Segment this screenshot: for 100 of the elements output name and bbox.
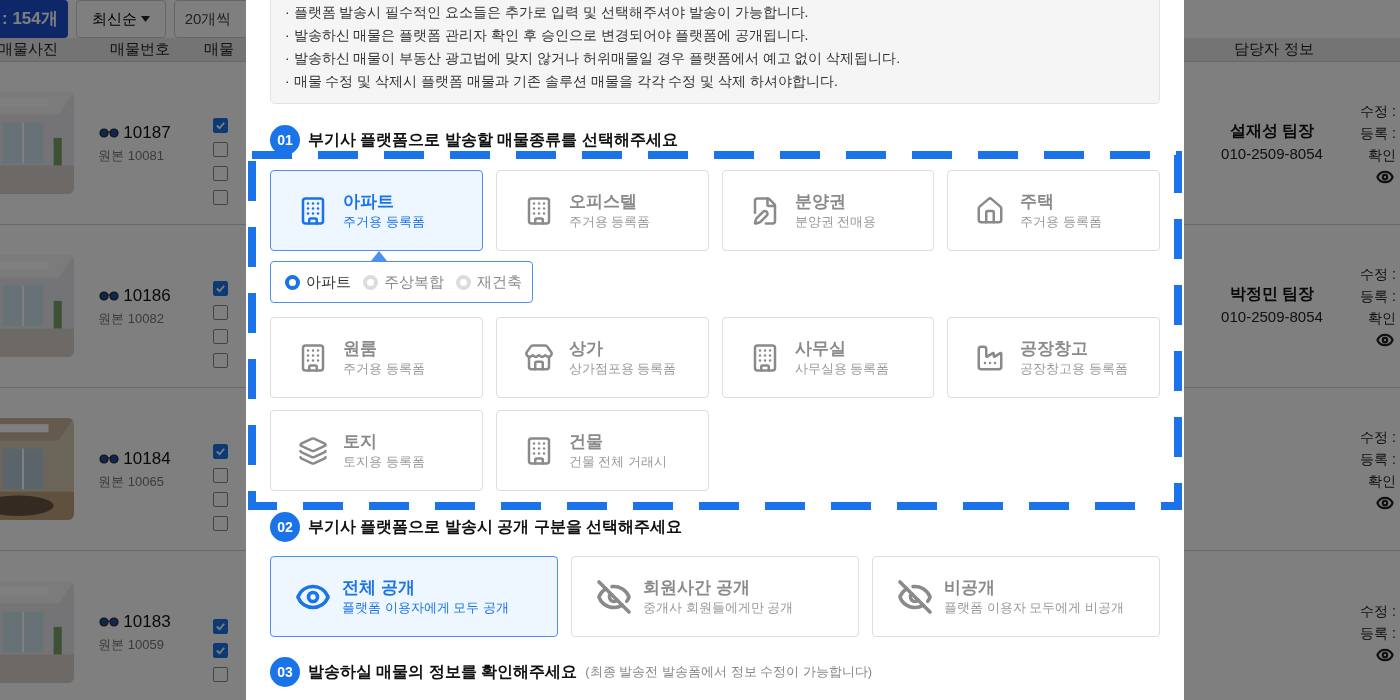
- card-title: 전체 공개: [342, 576, 416, 599]
- checkbox[interactable]: [213, 444, 228, 459]
- date-text: 등록 :: [1360, 123, 1397, 143]
- glasses-icon: [99, 289, 120, 302]
- date-text: 확인: [1367, 145, 1397, 165]
- checkbox[interactable]: [213, 618, 228, 634]
- count-badge: : 154개: [0, 0, 68, 38]
- checkbox[interactable]: [213, 166, 228, 181]
- date-text: 수정 :: [1360, 427, 1397, 447]
- check-icon: [215, 283, 226, 294]
- card-title: 원룸: [343, 337, 378, 360]
- option-card[interactable]: 상가 상가점포용 등록폼: [495, 317, 709, 398]
- card-subtitle: 사무실용 등록폼: [794, 359, 890, 378]
- check-icon: [215, 120, 226, 131]
- option-card[interactable]: 전체 공개 플랫폼 이용자에게 모두 공개: [270, 556, 558, 637]
- card-subtitle: 토지용 등록폼: [343, 452, 425, 471]
- step-number: 03: [270, 657, 300, 687]
- card-title: 주택: [1020, 190, 1056, 213]
- agent-name: 박정민 팀장: [1229, 284, 1315, 305]
- column-header: 매물번호: [109, 39, 171, 59]
- original-number: 원본 10059: [98, 635, 164, 654]
- option-card[interactable]: 회원사간 공개 중개사 회원들에게만 공개: [571, 556, 859, 637]
- house-icon: [975, 195, 1006, 226]
- option-card[interactable]: 토지 토지용 등록폼: [270, 410, 483, 491]
- checkbox[interactable]: [213, 305, 228, 320]
- column-header: 담당자 정보: [1233, 39, 1315, 59]
- agent-phone: 010-2509-8054: [1221, 144, 1323, 165]
- card-subtitle: 중개사 회원들에게만 공개: [643, 598, 794, 617]
- original-number: 원본 10065: [98, 472, 164, 491]
- eye-off-icon: [596, 578, 632, 615]
- option-card[interactable]: 건물 건물 전체 거래시: [495, 410, 709, 491]
- checkbox[interactable]: [213, 142, 228, 157]
- date-text: 등록 :: [1360, 286, 1397, 306]
- step-title: 발송하실 매물의 정보를 확인해주세요: [308, 662, 578, 682]
- page-size-dropdown[interactable]: 20개씩: [173, 0, 246, 38]
- card-subtitle: 공장창고용 등록폼: [1020, 359, 1128, 378]
- card-title: 오피스텔: [568, 190, 638, 213]
- step-number: 02: [270, 512, 300, 542]
- checkbox[interactable]: [213, 642, 228, 658]
- card-title: 상가: [568, 337, 604, 360]
- checkbox[interactable]: [213, 118, 228, 133]
- step-note: (최종 발송전 발송폼에서 정보 수정이 가능합니다): [585, 663, 873, 682]
- checkbox[interactable]: [213, 329, 228, 344]
- radio-option[interactable]: 아파트: [285, 270, 351, 294]
- listing-number: 10183: [123, 611, 171, 633]
- date-text: 등록 :: [1360, 623, 1397, 643]
- sort-dropdown[interactable]: 최신순: [75, 0, 166, 38]
- listing-number: 10186: [123, 285, 171, 307]
- card-subtitle: 플랫폼 이용자에게 모두 공개: [342, 598, 509, 617]
- radio-option[interactable]: 재건축: [456, 270, 522, 294]
- card-title: 건물: [568, 430, 604, 453]
- checkbox[interactable]: [213, 281, 228, 296]
- radio-icon: [285, 274, 300, 290]
- card-subtitle: 주거용 등록폼: [343, 212, 425, 231]
- card-subtitle: 주거용 등록폼: [343, 359, 425, 378]
- glasses-icon: [99, 452, 120, 465]
- checkbox[interactable]: [213, 516, 228, 531]
- option-card[interactable]: 주택 주거용 등록폼: [947, 170, 1160, 251]
- column-header: 매물: [204, 39, 234, 59]
- option-card[interactable]: 분양권 분양권 전매용: [721, 170, 935, 251]
- card-subtitle: 주거용 등록폼: [1020, 212, 1102, 231]
- option-card[interactable]: 비공개 플랫폼 이용자 모두에게 비공개: [872, 556, 1160, 637]
- radio-icon: [456, 274, 471, 290]
- caret-icon: [140, 16, 150, 22]
- agent-phone: 010-2509-8054: [1221, 307, 1323, 328]
- store-icon: [523, 342, 554, 373]
- notice-text: · 발송하신 매물이 부동산 광고법에 맞지 않거나 허위매물일 경우 플랫폼에서 예고 없이 삭제됩니다.: [285, 49, 902, 68]
- card-subtitle: 분양권 전매용: [794, 212, 877, 231]
- date-text: 확인: [1367, 471, 1397, 491]
- original-number: 원본 10081: [98, 146, 164, 165]
- date-text: 수정 :: [1360, 101, 1397, 121]
- card-subtitle: 상가점포용 등록폼: [568, 359, 677, 378]
- option-card[interactable]: 오피스텔 주거용 등록폼: [495, 170, 709, 251]
- radio-icon: [363, 274, 378, 290]
- date-text: 수정 :: [1360, 601, 1397, 621]
- checkbox[interactable]: [213, 468, 228, 483]
- checkbox[interactable]: [213, 492, 228, 507]
- step-number: 01: [270, 125, 300, 155]
- glasses-icon: [99, 615, 120, 628]
- checkbox[interactable]: [213, 190, 228, 205]
- radio-option[interactable]: 주상복합: [363, 270, 444, 294]
- option-card[interactable]: 사무실 사무실용 등록폼: [721, 317, 935, 398]
- notice-text: · 플랫폼 발송시 필수적인 요소들은 추가로 입력 및 선택해주셔야 발송이 가능합니다.: [285, 3, 810, 22]
- option-card[interactable]: 원룸 주거용 등록폼: [270, 317, 483, 398]
- check-icon: [215, 644, 226, 656]
- date-text: 등록 :: [1360, 449, 1397, 469]
- option-card[interactable]: 아파트 주거용 등록폼: [270, 170, 483, 251]
- check-icon: [215, 620, 226, 632]
- layers-icon: [298, 435, 328, 466]
- listing-number: 10184: [123, 448, 171, 470]
- option-card[interactable]: 공장창고 공장창고용 등록폼: [947, 317, 1160, 398]
- checkbox[interactable]: [213, 666, 228, 682]
- card-title: 아파트: [343, 190, 395, 213]
- card-title: 공장창고: [1020, 337, 1090, 360]
- checkbox[interactable]: [213, 353, 228, 368]
- glasses-icon: [99, 126, 120, 139]
- step-title: 부기사 플랫폼으로 발송할 매물종류를 선택해주세요: [308, 130, 678, 150]
- notice-text: · 매물 수정 및 삭제시 플랫폼 매물과 기존 솔루션 매물을 각각 수정 및 삭제 하셔야합니다.: [285, 72, 839, 91]
- card-subtitle: 건물 전체 거래시: [568, 452, 667, 471]
- card-title: 회원사간 공개: [643, 576, 751, 599]
